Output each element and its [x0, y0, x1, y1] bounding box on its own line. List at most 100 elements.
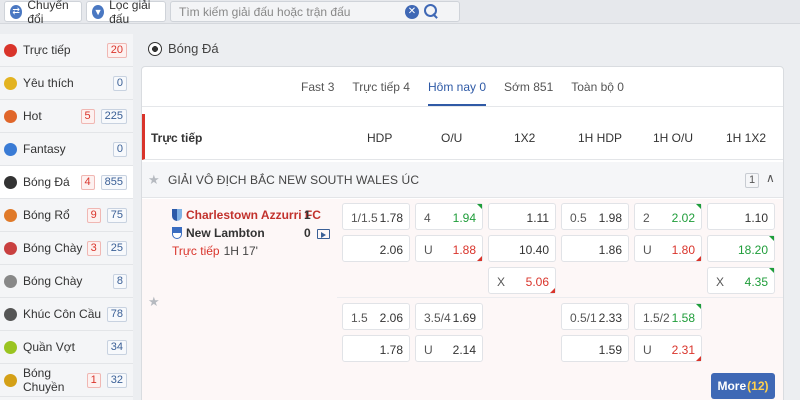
filter-league-button[interactable]: ▼ Lọc giải đấu [86, 0, 166, 26]
odds-cell[interactable]: 1.11 [488, 203, 556, 230]
search-box: ✕ [170, 1, 460, 22]
sidebar-item[interactable]: Bóng Chuyền 1 32 [0, 364, 133, 397]
sidebar-item[interactable]: Bóng Rổ 9 75 [0, 199, 133, 232]
search-icon[interactable] [424, 4, 438, 18]
tab-3[interactable]: Sớm 851 [504, 69, 553, 105]
sidebar-item[interactable]: Khúc Côn Cầu 78 [0, 298, 133, 331]
odds-cell[interactable]: 0.5 1.98 [561, 203, 629, 230]
more-label: More [717, 379, 747, 393]
odds-cell[interactable]: 2.06 [342, 235, 410, 262]
live-stream-icon[interactable] [317, 229, 330, 239]
switch-button[interactable]: ⇄ Chuyển đổi [4, 0, 82, 26]
odds-cell[interactable]: 2 2.02 [634, 203, 702, 230]
tab-0[interactable]: Fast 3 [301, 69, 334, 105]
odds-line: 1.5/2 [643, 311, 670, 325]
sidebar-item-label: Trực tiếp [23, 43, 71, 57]
softball-icon [4, 274, 17, 288]
odds-line: 0.5/1 [570, 311, 597, 325]
league-row[interactable]: ★ GIẢI VÔ ĐỊCH BẮC NEW SOUTH WALES ÚC 1 … [142, 162, 783, 198]
odds-cell[interactable]: 1.5 2.06 [342, 303, 410, 330]
tab-4[interactable]: Toàn bộ 0 [571, 69, 624, 105]
search-input[interactable] [179, 4, 404, 20]
odds-cell[interactable]: 1.5/2 1.58 [634, 303, 702, 330]
sidebar-item[interactable]: Trực tiếp 20 [0, 34, 133, 67]
odds-cell[interactable]: U 2.31 [634, 335, 702, 362]
odds-line: 2 [643, 211, 650, 225]
column-header: Trực tiếp HDP O/U 1X2 1H HDP 1H O/U 1H 1… [142, 114, 783, 160]
sidebar-item[interactable]: Yêu thích 0 [0, 67, 133, 100]
sidebar-item[interactable]: Bóng Chày 3 25 [0, 232, 133, 265]
count-badge: 20 [106, 42, 127, 58]
odds-line: 1/1.5 [351, 211, 378, 225]
count-badge: 0 [112, 141, 127, 157]
odds-value: 1.78 [379, 343, 403, 357]
more-markets-button[interactable]: More (12) [711, 373, 775, 399]
odds-cell[interactable]: X 5.06 [488, 267, 556, 294]
sidebar-item-label: Khúc Côn Cầu [23, 307, 102, 321]
star-icon [4, 76, 17, 90]
match-favorite-star-icon[interactable]: ★ [148, 294, 160, 310]
tab-2[interactable]: Hôm nay 0 [427, 69, 487, 106]
count-badge: 25 [106, 240, 127, 256]
sidebar-item[interactable]: Quần Vợt 34 [0, 331, 133, 364]
sidebar-item[interactable]: Fantasy 0 [0, 133, 133, 166]
odds-divider [337, 297, 783, 298]
odds-cell[interactable]: 18.20 [707, 235, 775, 262]
filter-label: Lọc giải đấu [109, 0, 151, 26]
column-ou: O/U [441, 131, 463, 145]
live-icon [4, 43, 17, 57]
sidebar-item-label: Bóng Đá [23, 175, 70, 189]
tab-1[interactable]: Trực tiếp 4 [352, 69, 410, 105]
odds-cell[interactable]: 0.5/1 2.33 [561, 303, 629, 330]
odds-value: 2.06 [379, 243, 403, 257]
clear-icon[interactable]: ✕ [405, 5, 419, 19]
count-badge: 0 [112, 75, 127, 91]
odds-cell[interactable]: X 4.35 [707, 267, 775, 294]
count-badge: 34 [106, 339, 127, 355]
basketball-icon [4, 208, 17, 222]
filter-icon: ▼ [92, 4, 105, 19]
odds-cell[interactable]: 1.86 [561, 235, 629, 262]
column-1x2: 1X2 [514, 131, 536, 145]
sidebar-item-label: Quần Vợt [23, 340, 75, 354]
odds-line: U [424, 343, 433, 357]
favorite-star-icon[interactable]: ★ [148, 172, 160, 188]
count-badge: 225 [100, 108, 127, 124]
sport-title-label: Bóng Đá [168, 41, 219, 56]
live-count-badge: 4 [80, 174, 95, 190]
odds-cell[interactable]: U 1.88 [415, 235, 483, 262]
odds-value: 2.06 [379, 311, 403, 325]
odds-value: 1.69 [452, 311, 476, 325]
sidebar-item-label: Fantasy [23, 142, 66, 156]
odds-value: 10.40 [518, 243, 549, 257]
home-team[interactable]: Charlestown Azzurri FC [172, 208, 321, 222]
odds-cell[interactable]: 10.40 [488, 235, 556, 262]
fire-icon [4, 109, 17, 123]
odds-line: U [643, 243, 652, 257]
odds-cell[interactable]: U 2.14 [415, 335, 483, 362]
odds-cell[interactable]: 1.78 [342, 335, 410, 362]
odds-value: 1.80 [671, 243, 695, 257]
sidebar-item[interactable]: Bóng Đá 4 855 [0, 166, 133, 199]
home-team-name: Charlestown Azzurri FC [186, 208, 321, 222]
league-match-count: 1 [745, 173, 760, 188]
switch-icon: ⇄ [10, 4, 23, 19]
away-team[interactable]: New Lambton [172, 226, 265, 240]
match-status: Trực tiếp 1H 17' [172, 244, 258, 258]
sidebar-item[interactable]: Hot 5 225 [0, 100, 133, 133]
count-badge: 32 [106, 372, 127, 388]
odds-value: 1.59 [598, 343, 622, 357]
collapse-chevron-icon[interactable]: ∧ [766, 171, 775, 185]
odds-cell[interactable]: 1.10 [707, 203, 775, 230]
odds-cell[interactable]: U 1.80 [634, 235, 702, 262]
fantasy-icon [4, 142, 17, 156]
odds-cell[interactable]: 1.59 [561, 335, 629, 362]
odds-cell[interactable]: 4 1.94 [415, 203, 483, 230]
odds-line: U [643, 343, 652, 357]
odds-cell[interactable]: 3.5/4 1.69 [415, 303, 483, 330]
sidebar-item[interactable]: Bóng Chày 8 [0, 265, 133, 298]
odds-cell[interactable]: 1/1.5 1.78 [342, 203, 410, 230]
odds-line: X [716, 275, 725, 289]
odds-value: 2.14 [452, 343, 476, 357]
switch-label: Chuyển đổi [27, 0, 69, 26]
